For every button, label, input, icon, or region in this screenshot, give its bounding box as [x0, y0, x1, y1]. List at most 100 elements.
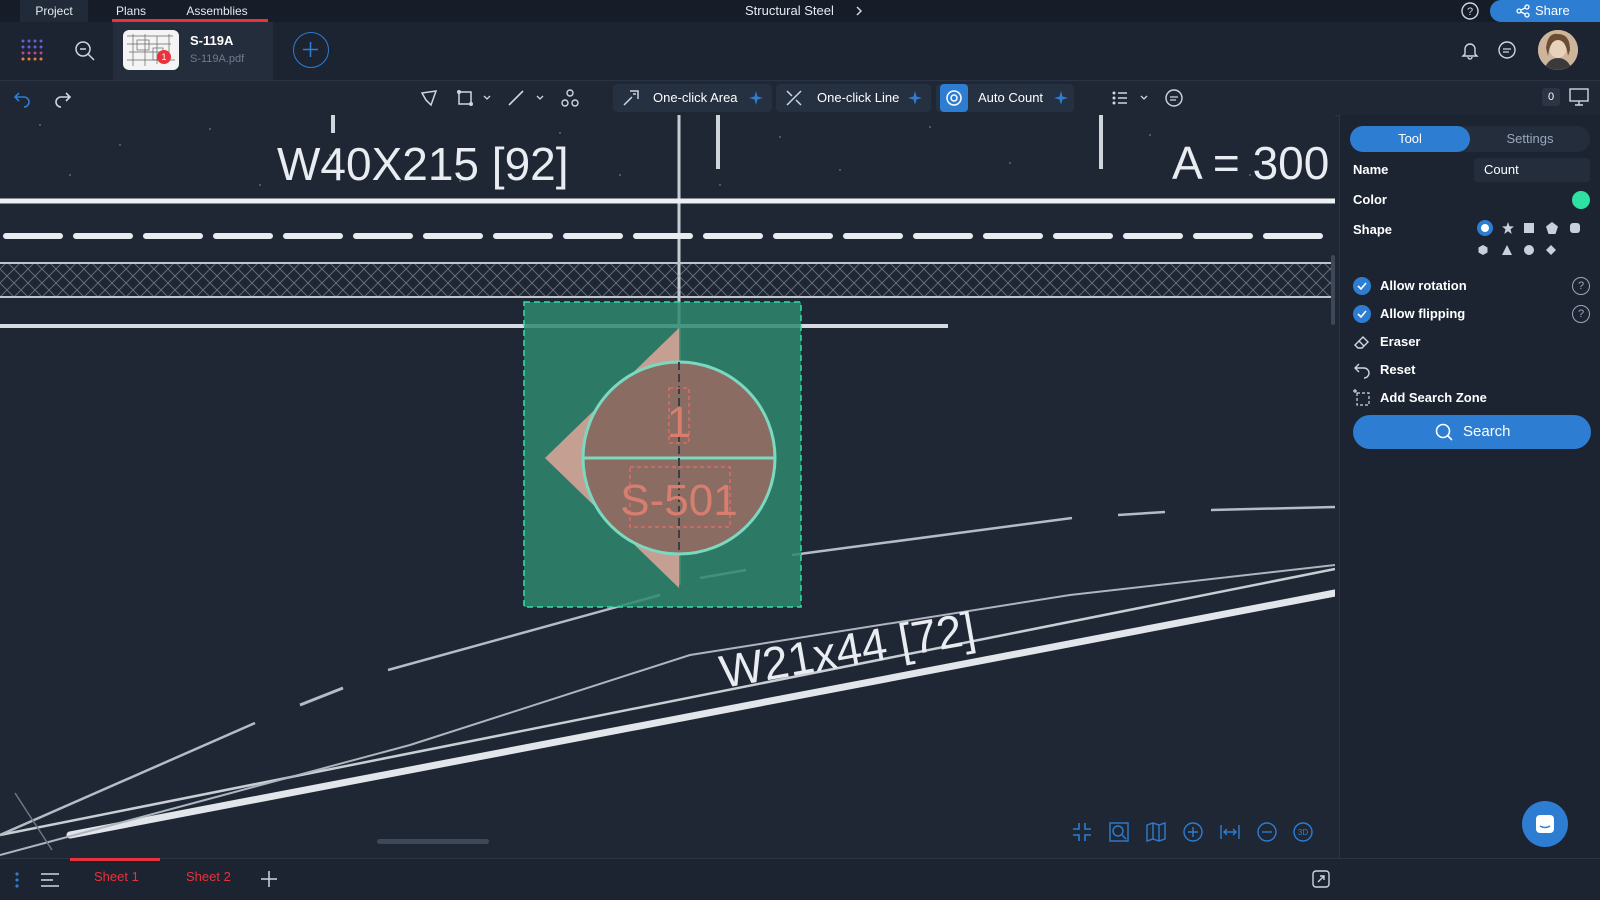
blueprint-drawing: W40X215 [92] A = 300 k W21x44 [72] 1 S-5…: [0, 115, 1335, 856]
color-swatch[interactable]: [1572, 191, 1590, 209]
auto-count-label: Auto Count: [978, 90, 1044, 105]
tab-settings[interactable]: Settings: [1470, 126, 1590, 152]
one-click-area-button[interactable]: One-click Area: [613, 84, 772, 112]
chat-support-button[interactable]: [1522, 801, 1568, 847]
sheet-tab-2[interactable]: Sheet 2: [186, 869, 231, 884]
add-file-button[interactable]: [293, 32, 329, 68]
comment-icon[interactable]: [1164, 88, 1184, 108]
menu-icon[interactable]: [40, 872, 60, 888]
help-icon[interactable]: ?: [1461, 2, 1479, 20]
reset-button[interactable]: Reset: [1380, 362, 1415, 377]
plus-icon: [303, 42, 318, 57]
tab-plans[interactable]: Plans: [112, 0, 150, 22]
shape-triangle-option[interactable]: [1502, 245, 1512, 255]
list-icon[interactable]: [1110, 88, 1130, 108]
name-label: Name: [1353, 162, 1389, 177]
search-button[interactable]: Search: [1353, 415, 1591, 449]
count-tool-icon[interactable]: [560, 88, 580, 108]
fit-width-icon[interactable]: [1219, 821, 1241, 843]
svg-text:3D: 3D: [1298, 828, 1308, 837]
shape-dot-option[interactable]: [1524, 245, 1534, 255]
share-icon: [1516, 4, 1530, 18]
zoom-in-icon[interactable]: [1182, 821, 1204, 843]
file-card[interactable]: 1 S-119A S-119A.pdf: [113, 22, 273, 80]
chevron-down-icon[interactable]: [535, 93, 545, 103]
top-tab-bar: Project Plans Assemblies Structural Stee…: [0, 0, 1600, 22]
color-label: Color: [1353, 192, 1387, 207]
shape-square-option[interactable]: [1524, 223, 1534, 233]
name-input[interactable]: Count: [1474, 158, 1590, 182]
chevron-down-icon[interactable]: [1139, 93, 1149, 103]
horizontal-scrollbar[interactable]: [377, 839, 489, 844]
auto-count-icon: [946, 90, 962, 106]
sheet-expand-icon[interactable]: [1311, 869, 1331, 889]
search-zoom-icon[interactable]: [74, 40, 96, 62]
allow-flipping-checkbox[interactable]: [1353, 305, 1371, 323]
more-vertical-icon[interactable]: [14, 871, 20, 889]
shape-star-option[interactable]: [1502, 222, 1514, 234]
active-sheet-indicator: [70, 858, 160, 861]
sheet-tab-1[interactable]: Sheet 1: [94, 869, 139, 884]
vertical-scrollbar[interactable]: [1331, 255, 1335, 325]
file-name: S-119A: [190, 33, 234, 48]
shape-pentagon-option[interactable]: [1546, 222, 1558, 234]
sparkle-icon: [908, 91, 922, 105]
shape-diamond-option[interactable]: [1546, 245, 1556, 255]
comments-icon[interactable]: [1497, 40, 1517, 60]
chevron-down-icon[interactable]: [482, 93, 492, 103]
shape-circle-option[interactable]: [1476, 219, 1494, 237]
apps-grid-icon[interactable]: [20, 38, 46, 64]
add-search-zone-button[interactable]: Add Search Zone: [1380, 390, 1487, 405]
user-avatar[interactable]: [1538, 30, 1578, 70]
map-icon[interactable]: [1145, 821, 1167, 843]
file-alert-badge: 1: [157, 50, 171, 64]
monitor-icon[interactable]: [1568, 87, 1590, 107]
drawing-canvas[interactable]: W40X215 [92] A = 300 k W21x44 [72] 1 S-5…: [0, 115, 1335, 858]
check-icon: [1357, 282, 1367, 291]
add-sheet-icon[interactable]: [260, 870, 278, 888]
one-click-line-label: One-click Line: [817, 90, 900, 105]
eraser-icon[interactable]: [1353, 333, 1371, 351]
help-icon[interactable]: ?: [1572, 305, 1590, 323]
marker-top-label: 1: [667, 398, 691, 447]
line-tool-icon[interactable]: [506, 88, 526, 108]
allow-flipping-label: Allow flipping: [1380, 306, 1466, 321]
tab-project[interactable]: Project: [20, 0, 88, 22]
rectangle-tool-icon[interactable]: [455, 88, 475, 108]
check-icon: [1357, 310, 1367, 319]
chevron-right-icon[interactable]: [853, 5, 865, 17]
undo-icon[interactable]: [12, 88, 32, 108]
shape-rounded-square-option[interactable]: [1570, 223, 1580, 233]
redo-icon[interactable]: [53, 88, 73, 108]
magic-area-icon: [623, 90, 639, 106]
share-button[interactable]: Share: [1490, 0, 1600, 22]
beam-label-top: W40X215 [92]: [277, 138, 569, 190]
tab-tool[interactable]: Tool: [1350, 126, 1470, 152]
search-icon: [1435, 423, 1453, 441]
bell-icon[interactable]: [1460, 40, 1480, 60]
help-icon[interactable]: ?: [1572, 277, 1590, 295]
shape-hexagon-option[interactable]: [1478, 245, 1488, 255]
zoom-area-icon[interactable]: [1108, 821, 1130, 843]
search-label: Search: [1463, 423, 1511, 440]
svg-text:?: ?: [1467, 6, 1473, 18]
file-filename: S-119A.pdf: [190, 53, 245, 65]
count-match-highlight[interactable]: 1 S-501: [523, 301, 802, 608]
share-label: Share: [1535, 3, 1570, 18]
zoom-out-icon[interactable]: [1256, 821, 1278, 843]
auto-count-button[interactable]: Auto Count: [936, 84, 1074, 112]
collapse-icon[interactable]: [1071, 821, 1093, 843]
tab-assemblies[interactable]: Assemblies: [185, 0, 249, 22]
add-zone-icon[interactable]: [1353, 389, 1371, 407]
zoom-level-icon[interactable]: 3D: [1292, 821, 1314, 843]
area-label: A = 300 k: [1172, 137, 1335, 189]
polygon-tool-icon[interactable]: [419, 88, 439, 108]
one-click-line-button[interactable]: One-click Line: [776, 84, 931, 112]
file-bar: 1 S-119A S-119A.pdf: [0, 22, 1600, 81]
reset-icon[interactable]: [1353, 361, 1371, 379]
allow-rotation-checkbox[interactable]: [1353, 277, 1371, 295]
eraser-button[interactable]: Eraser: [1380, 334, 1420, 349]
one-click-area-label: One-click Area: [653, 90, 738, 105]
allow-rotation-label: Allow rotation: [1380, 278, 1467, 293]
panel-tabs: Tool Settings: [1350, 126, 1590, 152]
